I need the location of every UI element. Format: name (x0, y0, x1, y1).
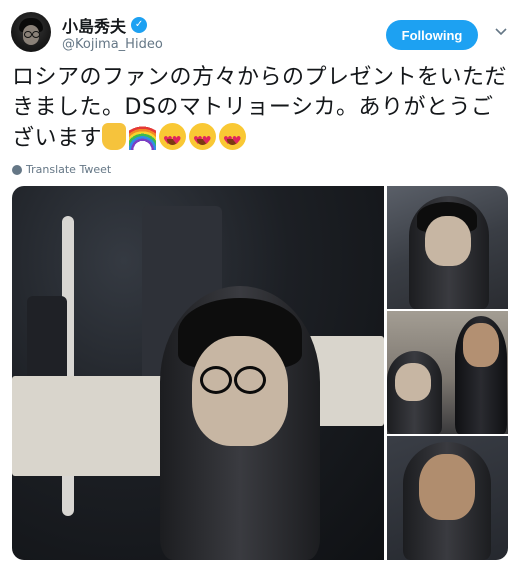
media-photo-3[interactable] (387, 311, 508, 434)
doll-face (419, 454, 475, 520)
verified-badge-icon: ✓ (131, 17, 148, 33)
author-handle[interactable]: @Kojima_Hideo (62, 37, 163, 52)
rainbow-emoji-icon (129, 123, 157, 150)
thumbs-up-emoji-icon (102, 123, 127, 150)
media-photo-main[interactable] (12, 186, 384, 560)
translate-label: Translate Tweet (26, 163, 112, 176)
author-name[interactable]: 小島秀夫 (62, 13, 126, 37)
globe-icon (12, 164, 22, 175)
tweet-text: ロシアのファンの方々からのプレゼントをいただきました。DSのマトリョーシカ。あり… (12, 63, 512, 156)
doll-glasses-right (234, 366, 266, 394)
heart-eyes-emoji-icon (159, 123, 187, 156)
doll-face (463, 323, 499, 367)
media-photo-4[interactable] (387, 436, 508, 560)
doll-glasses-left (200, 366, 232, 394)
avatar-glasses-left (24, 31, 32, 38)
author-avatar[interactable] (11, 12, 51, 52)
tweet-media-grid[interactable] (12, 186, 508, 560)
translate-tweet-link[interactable]: Translate Tweet (12, 163, 111, 176)
heart-eyes-emoji-icon (219, 123, 247, 156)
chevron-down-icon[interactable] (494, 25, 508, 39)
doll-face (395, 363, 431, 401)
avatar-glasses-right (32, 31, 40, 38)
heart-eyes-emoji-icon (189, 123, 217, 156)
author-name-row[interactable]: 小島秀夫 ✓ (62, 13, 148, 37)
tweet-body: ロシアのファンの方々からのプレゼントをいただきました。DSのマトリョーシカ。あり… (12, 65, 508, 151)
following-button[interactable]: Following (386, 20, 478, 50)
media-photo-2[interactable] (387, 186, 508, 309)
doll-face (425, 216, 471, 266)
